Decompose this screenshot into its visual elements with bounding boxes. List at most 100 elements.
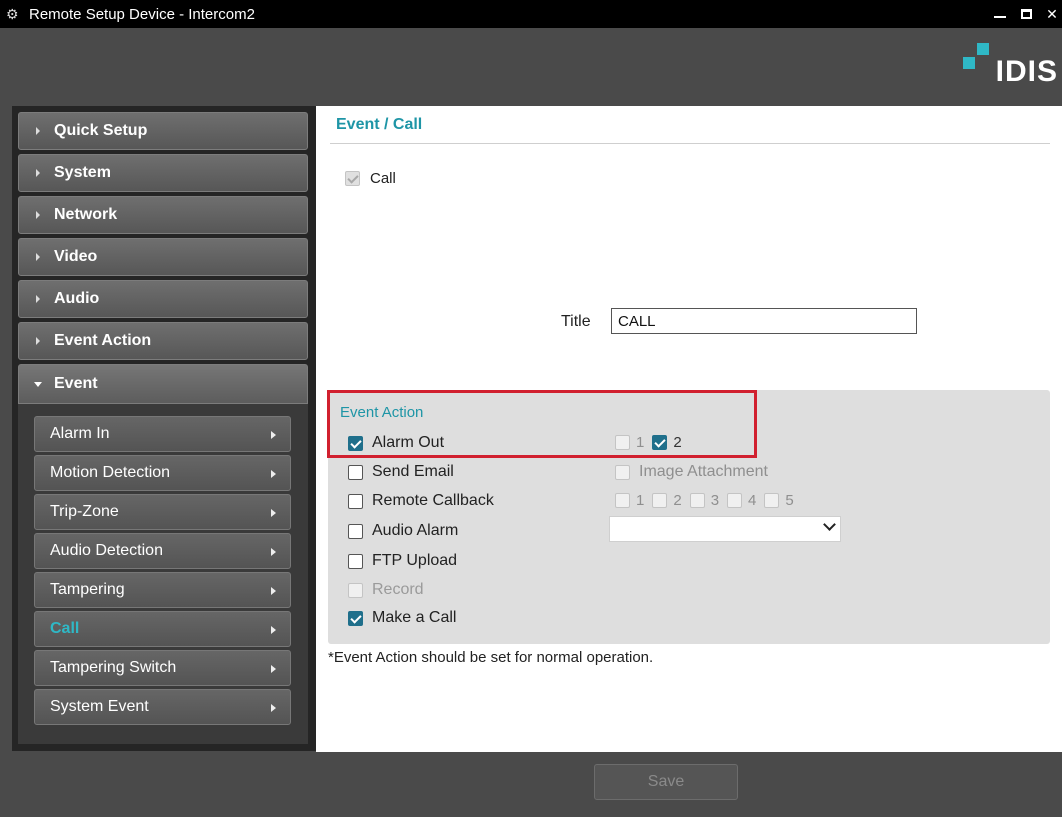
remote-callback-checkbox[interactable] <box>348 493 363 509</box>
ftp-upload-label: FTP Upload <box>372 552 458 569</box>
audio-alarm-select[interactable] <box>609 516 841 542</box>
sidebar-item-label: Video <box>54 248 98 265</box>
submenu-item-alarm-in[interactable]: Alarm In <box>34 416 291 452</box>
submenu-item-trip-zone[interactable]: Trip-Zone <box>34 494 291 530</box>
idis-logo: IDIS <box>962 43 1058 89</box>
divider <box>330 143 1050 144</box>
footer-bar: Save <box>0 752 1062 817</box>
chevron-right-icon <box>271 431 276 439</box>
close-icon[interactable]: ✕ <box>1042 4 1062 24</box>
callback-2-label: 2 <box>673 492 682 509</box>
caret-right-icon <box>36 127 40 135</box>
caret-right-icon <box>36 295 40 303</box>
submenu-item-tampering-switch[interactable]: Tampering Switch <box>34 650 291 686</box>
sidebar-item-label: Network <box>54 206 118 223</box>
sidebar-item-event-action[interactable]: Event Action <box>18 322 308 360</box>
ftp-upload-row: FTP Upload <box>348 552 457 570</box>
submenu-item-label: Trip-Zone <box>50 503 119 520</box>
submenu-item-label: Alarm In <box>50 425 110 442</box>
record-checkbox[interactable] <box>348 582 363 598</box>
save-button[interactable]: Save <box>594 764 738 800</box>
audio-alarm-label: Audio Alarm <box>372 522 459 539</box>
caret-down-icon <box>34 381 42 387</box>
main-content: Event / Call Call Title Event Action Ala… <box>316 106 1062 752</box>
event-submenu: Alarm In Motion Detection Trip-Zone Audi… <box>18 404 308 744</box>
chevron-right-icon <box>271 704 276 712</box>
logo-text: IDIS <box>995 55 1058 88</box>
call-option: Call <box>345 170 396 187</box>
alarm-out-checkbox[interactable] <box>348 435 363 451</box>
alarm-out-2-checkbox[interactable] <box>652 435 668 450</box>
chevron-right-icon <box>271 626 276 634</box>
send-email-label: Send Email <box>372 463 454 480</box>
callback-3-label: 3 <box>710 492 720 509</box>
callback-5-label: 5 <box>785 492 794 509</box>
alarm-out-options: 1 2 <box>615 434 690 451</box>
record-label: Record <box>372 581 424 598</box>
audio-alarm-checkbox[interactable] <box>348 523 363 539</box>
callback-5-checkbox[interactable] <box>764 493 780 508</box>
sidebar-item-system[interactable]: System <box>18 154 308 192</box>
event-action-heading: Event Action <box>340 404 424 421</box>
title-input[interactable] <box>611 308 917 334</box>
callback-2-checkbox[interactable] <box>652 493 668 508</box>
sidebar-item-label: Audio <box>54 290 100 307</box>
alarm-out-2-label: 2 <box>673 434 682 451</box>
sidebar-item-label: Event <box>54 375 98 392</box>
minimize-icon[interactable] <box>990 4 1010 24</box>
image-attachment-label: Image Attachment <box>639 463 768 480</box>
window-title: Remote Setup Device - Intercom2 <box>29 5 255 23</box>
alarm-out-1-checkbox[interactable] <box>615 435 630 450</box>
call-label: Call <box>370 170 396 187</box>
ftp-upload-checkbox[interactable] <box>348 553 363 569</box>
title-label: Title <box>561 313 591 330</box>
submenu-item-label: System Event <box>50 698 149 715</box>
make-a-call-row: Make a Call <box>348 609 456 627</box>
chevron-right-icon <box>271 587 276 595</box>
caret-right-icon <box>36 337 40 345</box>
submenu-item-label: Motion Detection <box>50 464 171 481</box>
sidebar-item-network[interactable]: Network <box>18 196 308 234</box>
sidebar-item-quick-setup[interactable]: Quick Setup <box>18 112 308 150</box>
remote-callback-row: Remote Callback <box>348 492 494 510</box>
call-checkbox[interactable] <box>345 171 360 186</box>
event-action-panel: Event Action Alarm Out 1 2 Send Email Im… <box>328 390 1050 644</box>
alarm-out-row: Alarm Out <box>348 434 444 452</box>
audio-alarm-row: Audio Alarm <box>348 522 458 540</box>
alarm-out-label: Alarm Out <box>372 434 445 451</box>
submenu-item-motion-detection[interactable]: Motion Detection <box>34 455 291 491</box>
callback-3-checkbox[interactable] <box>689 493 705 508</box>
maximize-icon[interactable] <box>1016 4 1036 24</box>
caret-right-icon <box>36 211 40 219</box>
image-attachment-checkbox[interactable] <box>615 464 630 480</box>
caret-right-icon <box>36 169 40 177</box>
sidebar-item-audio[interactable]: Audio <box>18 280 308 318</box>
caret-right-icon <box>36 253 40 261</box>
chevron-right-icon <box>271 509 276 517</box>
submenu-item-tampering[interactable]: Tampering <box>34 572 291 608</box>
callback-4-checkbox[interactable] <box>727 493 743 508</box>
remote-callback-options: 1 2 3 4 5 <box>615 492 802 509</box>
chevron-down-icon <box>823 518 836 531</box>
sidebar-item-event[interactable]: Event <box>18 364 308 404</box>
submenu-item-label: Tampering Switch <box>50 659 177 676</box>
send-email-checkbox[interactable] <box>348 464 363 480</box>
submenu-item-system-event[interactable]: System Event <box>34 689 291 725</box>
chevron-right-icon <box>271 470 276 478</box>
make-a-call-checkbox[interactable] <box>348 610 363 626</box>
sidebar-item-video[interactable]: Video <box>18 238 308 276</box>
callback-1-label: 1 <box>636 492 645 509</box>
chevron-right-icon <box>271 548 276 556</box>
record-row: Record <box>348 581 424 599</box>
callback-1-checkbox[interactable] <box>615 493 630 508</box>
sidebar-item-label: Event Action <box>54 332 152 349</box>
submenu-item-label: Tampering <box>50 581 125 598</box>
sidebar: Quick Setup System Network Video Audio E… <box>12 106 316 751</box>
gear-icon: ⚙ <box>6 6 19 22</box>
chevron-right-icon <box>271 665 276 673</box>
window-titlebar: ⚙ Remote Setup Device - Intercom2 ✕ <box>0 0 1062 28</box>
callback-4-label: 4 <box>748 492 757 509</box>
submenu-item-call[interactable]: Call <box>34 611 291 647</box>
remote-callback-label: Remote Callback <box>372 492 494 509</box>
submenu-item-audio-detection[interactable]: Audio Detection <box>34 533 291 569</box>
